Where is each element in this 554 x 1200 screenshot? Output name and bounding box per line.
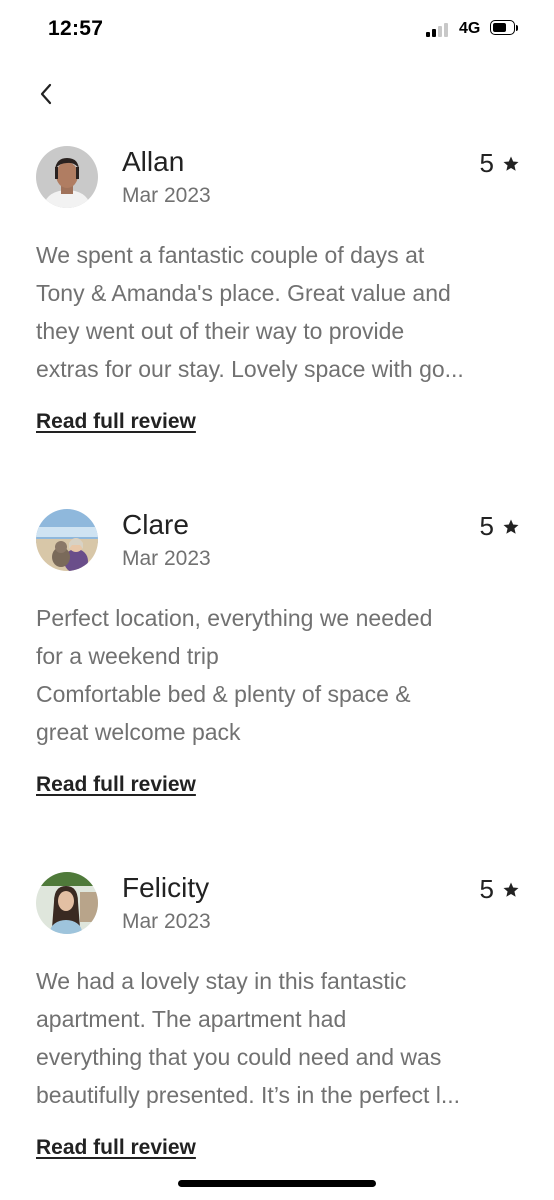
reviewer-name: Felicity [122, 872, 210, 903]
rating: 5 [480, 148, 520, 179]
star-icon [503, 156, 519, 171]
read-full-review-link[interactable]: Read full review [36, 410, 196, 434]
reviewer-name: Allan [122, 146, 185, 177]
home-indicator[interactable] [178, 1180, 376, 1187]
avatar [36, 509, 98, 571]
review-date: Mar 2023 [122, 547, 211, 570]
avatar [36, 872, 98, 934]
status-bar: 12:57 4G [0, 0, 554, 60]
battery-icon [490, 20, 520, 38]
chevron-left-icon [40, 83, 52, 105]
rating-value: 5 [479, 511, 494, 541]
avatar [36, 146, 98, 208]
cellular-signal-icon [426, 23, 452, 37]
status-time: 12:57 [48, 17, 104, 40]
network-type: 4G [459, 20, 481, 37]
review-text: We had a lovely stay in this fantastic a… [36, 968, 461, 1108]
back-button[interactable] [30, 78, 62, 110]
read-full-review-link[interactable]: Read full review [36, 773, 196, 797]
rating-value: 5 [479, 874, 494, 904]
rating: 5 [480, 874, 520, 905]
review-date: Mar 2023 [122, 910, 211, 933]
reviewer-name: Clare [122, 509, 189, 540]
review-text: We spent a fantastic couple of days at T… [36, 242, 464, 382]
review-date: Mar 2023 [122, 184, 211, 207]
rating-value: 5 [479, 148, 494, 178]
star-icon [503, 519, 519, 534]
review-text: Perfect location, everything we needed f… [36, 605, 433, 745]
rating: 5 [480, 511, 520, 542]
star-icon [503, 882, 519, 897]
read-full-review-link[interactable]: Read full review [36, 1136, 196, 1160]
